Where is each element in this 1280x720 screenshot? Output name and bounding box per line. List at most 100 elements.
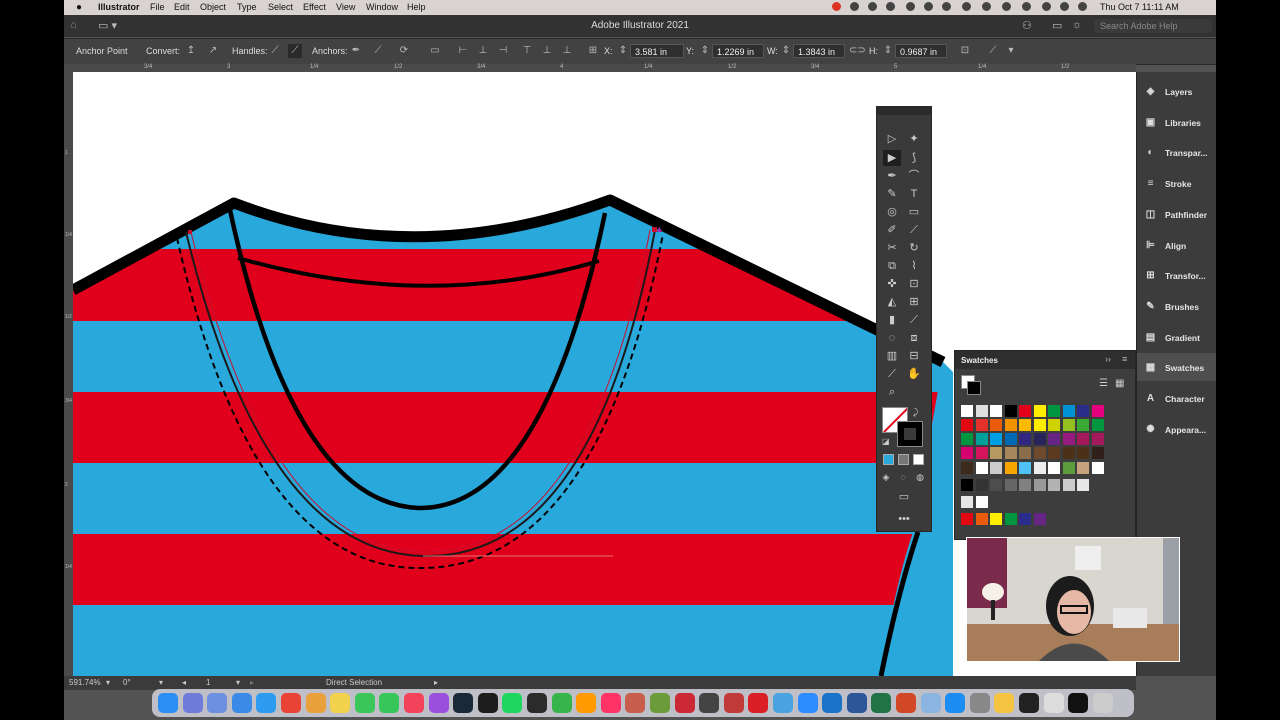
color-swatch[interactable] bbox=[1048, 479, 1060, 491]
color-mode-icon[interactable] bbox=[883, 454, 894, 465]
scissors-app-icon[interactable] bbox=[773, 693, 793, 713]
apple-icon[interactable]: ● bbox=[76, 2, 82, 13]
color-swatch[interactable] bbox=[1091, 405, 1104, 417]
color-swatch[interactable] bbox=[1048, 419, 1060, 431]
align-right-icon[interactable]: ⊣ bbox=[496, 44, 510, 58]
user-icon[interactable] bbox=[962, 2, 971, 11]
artboard-dropdown-icon[interactable]: ▾ bbox=[236, 678, 240, 687]
default-colors-icon[interactable]: ◪ bbox=[882, 437, 890, 446]
slice-tool-icon[interactable]: ⟋ bbox=[883, 366, 901, 382]
apple-tv-icon[interactable] bbox=[477, 693, 498, 713]
color-swatch[interactable] bbox=[1062, 433, 1075, 445]
menu-select[interactable]: Select bbox=[268, 2, 293, 12]
app-store-icon[interactable] bbox=[945, 693, 966, 713]
align-middle-icon[interactable]: ⊥ bbox=[540, 44, 554, 58]
color-swatch[interactable] bbox=[1004, 479, 1017, 491]
cloud-icon[interactable] bbox=[906, 2, 915, 11]
color-swatch[interactable] bbox=[975, 419, 988, 431]
color-swatch[interactable] bbox=[1019, 447, 1031, 459]
more-options-icon[interactable]: ⟋ bbox=[986, 44, 1000, 58]
curvature-tool-icon[interactable]: ⌒ bbox=[905, 168, 923, 184]
color-swatch[interactable] bbox=[1033, 462, 1046, 474]
color-swatch[interactable] bbox=[1004, 462, 1017, 474]
bluetooth-icon[interactable] bbox=[982, 2, 991, 11]
color-swatch[interactable] bbox=[1019, 513, 1031, 525]
color-swatch[interactable] bbox=[1077, 479, 1089, 491]
design-icon[interactable] bbox=[625, 693, 646, 713]
color-swatch[interactable] bbox=[1004, 405, 1017, 417]
safari-icon[interactable] bbox=[256, 693, 277, 713]
color-swatch[interactable] bbox=[1062, 462, 1075, 474]
signal-icon[interactable] bbox=[723, 693, 744, 713]
color-swatch[interactable] bbox=[961, 405, 973, 417]
color-swatch[interactable] bbox=[1019, 462, 1031, 474]
convert-smooth-icon[interactable]: ↗ bbox=[206, 44, 220, 58]
color-swatch[interactable] bbox=[1019, 479, 1031, 491]
color-swatch[interactable] bbox=[961, 513, 973, 525]
stroke-swatch[interactable] bbox=[897, 421, 923, 447]
facetime-icon[interactable] bbox=[379, 693, 400, 713]
record-icon[interactable] bbox=[832, 2, 841, 11]
menu-help[interactable]: Help bbox=[407, 2, 426, 12]
tools-panel-header[interactable] bbox=[877, 107, 931, 115]
artboard-tool-icon[interactable]: ⊟ bbox=[905, 348, 923, 364]
terminal2-icon[interactable] bbox=[1019, 693, 1039, 713]
color-swatch[interactable] bbox=[975, 405, 988, 417]
creative-cloud-icon[interactable] bbox=[748, 693, 769, 713]
finder-window-icon[interactable] bbox=[1068, 693, 1089, 713]
color-swatch[interactable] bbox=[1033, 419, 1046, 431]
menu-type[interactable]: Type bbox=[237, 2, 257, 12]
pencil-app-icon[interactable] bbox=[994, 693, 1015, 713]
color-swatch[interactable] bbox=[1004, 513, 1017, 525]
color-swatch[interactable] bbox=[1004, 447, 1017, 459]
warp-tool-icon[interactable]: ⌇ bbox=[905, 258, 923, 274]
notes-icon[interactable] bbox=[330, 693, 351, 713]
hide-handles-icon[interactable]: ⟋ bbox=[288, 44, 302, 58]
color-swatch[interactable] bbox=[990, 405, 1002, 417]
blend-tool-icon[interactable]: ◌ bbox=[883, 330, 901, 346]
excel-icon[interactable] bbox=[871, 693, 892, 713]
pen-tool-icon[interactable]: ✒ bbox=[883, 168, 901, 184]
color-swatch[interactable] bbox=[1077, 419, 1089, 431]
panel-libraries[interactable]: ▣ Libraries bbox=[1137, 108, 1216, 136]
scale-tool-icon[interactable]: ⧉ bbox=[883, 258, 901, 274]
chrome-icon[interactable] bbox=[281, 693, 301, 713]
connect-endpoints-icon[interactable]: ⟋ bbox=[371, 44, 385, 58]
perspective-grid-icon[interactable]: ⊞ bbox=[905, 294, 923, 310]
artboard-number[interactable]: 1 bbox=[206, 678, 210, 687]
symbol-sprayer-icon[interactable]: ⧈ bbox=[905, 330, 923, 346]
convert-corner-icon[interactable]: ↥ bbox=[184, 44, 198, 58]
color-swatch[interactable] bbox=[1019, 433, 1031, 445]
color-swatch[interactable] bbox=[1048, 433, 1060, 445]
color-swatch[interactable] bbox=[1048, 447, 1060, 459]
color-swatch[interactable] bbox=[1091, 462, 1104, 474]
lightbulb-icon[interactable]: ☼ bbox=[1072, 19, 1082, 31]
color-swatch[interactable] bbox=[975, 479, 988, 491]
system-grid-icon[interactable] bbox=[207, 693, 228, 713]
edit-toolbar-icon[interactable]: ••• bbox=[895, 511, 913, 527]
preview-icon[interactable] bbox=[920, 693, 941, 713]
cut-path-icon[interactable]: ⟳ bbox=[397, 44, 411, 58]
draw-normal-icon[interactable]: ◈ bbox=[877, 469, 895, 485]
scissors-tool-icon[interactable]: ✂ bbox=[883, 240, 901, 256]
color-swatch[interactable] bbox=[990, 462, 1002, 474]
mail-icon[interactable] bbox=[231, 693, 252, 713]
color-swatch[interactable] bbox=[1091, 433, 1104, 445]
utility-icon[interactable] bbox=[1043, 693, 1064, 713]
siri-icon[interactable] bbox=[1060, 2, 1069, 11]
wifi-icon[interactable] bbox=[1002, 2, 1011, 11]
color-swatch[interactable] bbox=[1091, 419, 1104, 431]
color-swatch[interactable] bbox=[1077, 462, 1089, 474]
y-stepper-icon[interactable]: ⇕ bbox=[698, 44, 712, 58]
magic-wand-icon[interactable]: ✦ bbox=[905, 131, 923, 147]
color-swatch[interactable] bbox=[1048, 405, 1060, 417]
color-swatch[interactable] bbox=[975, 513, 988, 525]
settings-icon[interactable] bbox=[969, 693, 990, 713]
grid-icon[interactable] bbox=[868, 2, 877, 11]
minecraft-icon[interactable] bbox=[650, 693, 670, 713]
menu-view[interactable]: View bbox=[336, 2, 355, 12]
align-center-icon[interactable]: ⊥ bbox=[476, 44, 490, 58]
panel-menu-icon[interactable]: ▾ bbox=[1004, 44, 1018, 58]
color-swatch[interactable] bbox=[1048, 462, 1060, 474]
podcasts-icon[interactable] bbox=[428, 693, 449, 713]
